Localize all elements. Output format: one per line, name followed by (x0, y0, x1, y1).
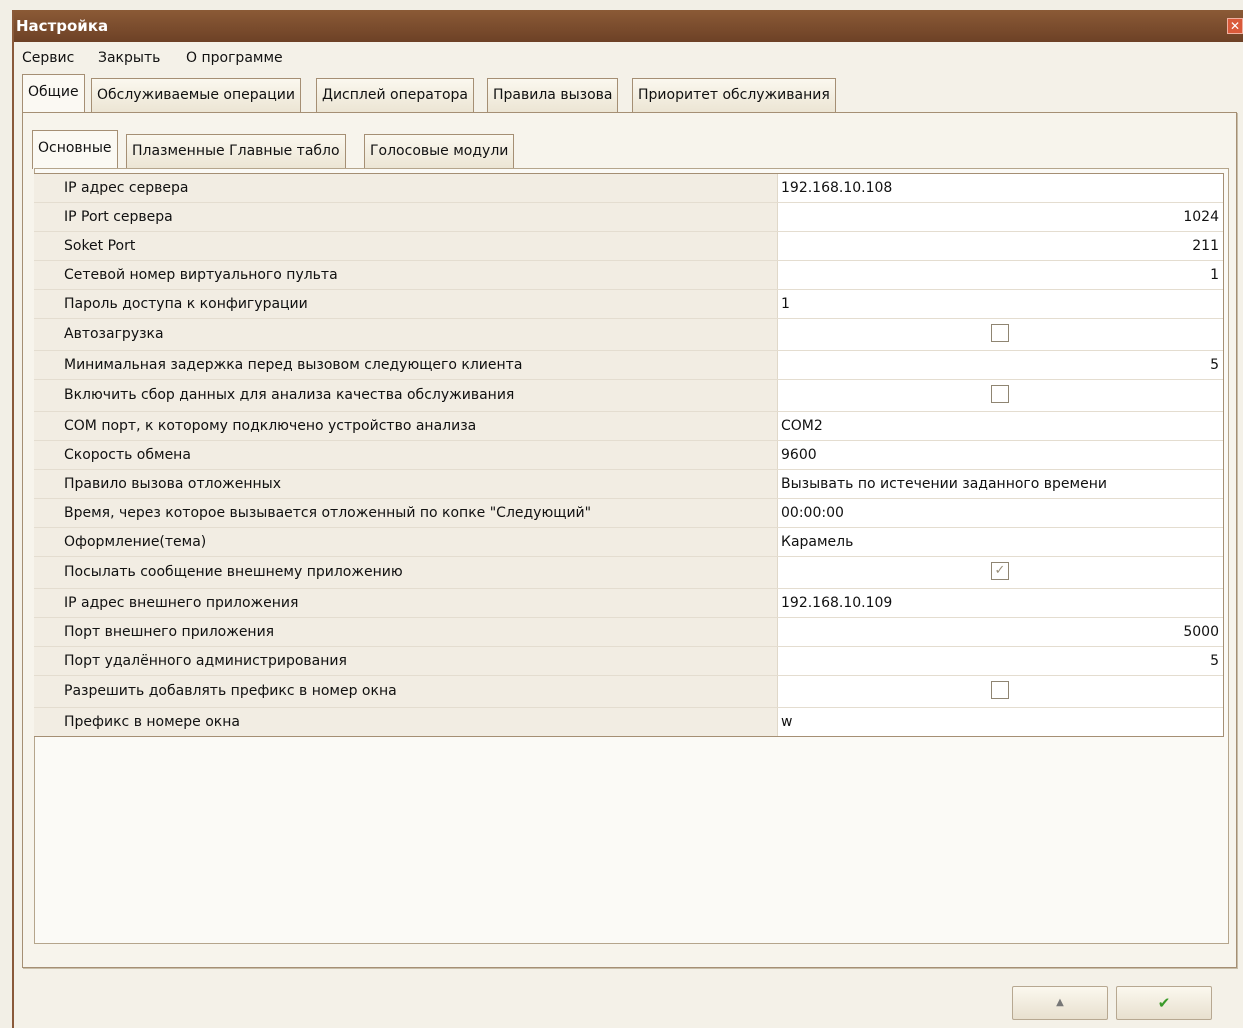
property-grid: IP адрес сервера 192.168.10.108 IP Port … (34, 173, 1224, 737)
property-name: Пароль доступа к конфигурации (34, 290, 778, 318)
property-value[interactable]: 1024 (779, 203, 1223, 231)
property-name: Сетевой номер виртуального пульта (34, 261, 778, 289)
property-name: Разрешить добавлять префикс в номер окна (34, 676, 778, 707)
property-value[interactable]: 211 (779, 232, 1223, 260)
property-row[interactable]: Оформление(тема) Карамель (34, 528, 1223, 557)
tab-operator-display[interactable]: Дисплей оператора (316, 78, 474, 112)
property-value (779, 676, 1223, 707)
property-row[interactable]: IP Port сервера 1024 (34, 203, 1223, 232)
property-name: Минимальная задержка перед вызовом следу… (34, 351, 778, 379)
menu-about[interactable]: О программе (186, 50, 283, 66)
property-row[interactable]: Скорость обмена 9600 (34, 441, 1223, 470)
property-name: Автозагрузка (34, 319, 778, 350)
subtab-plasma-boards[interactable]: Плазменные Главные табло (126, 134, 346, 168)
send-message-checkbox[interactable]: ✓ (991, 562, 1009, 580)
property-row[interactable]: Порт удалённого администрирования 5 (34, 647, 1223, 676)
property-value[interactable]: COM2 (779, 412, 1223, 440)
property-row[interactable]: Минимальная задержка перед вызовом следу… (34, 351, 1223, 380)
property-value[interactable]: 192.168.10.109 (779, 589, 1223, 617)
property-value[interactable]: 1 (779, 261, 1223, 289)
property-row[interactable]: IP адрес сервера 192.168.10.108 (34, 174, 1223, 203)
settings-window: Настройка ✕ Сервис Закрыть О программе О… (12, 10, 1243, 1028)
property-value: ✓ (779, 557, 1223, 588)
property-name: Soket Port (34, 232, 778, 260)
property-value[interactable]: 5 (779, 351, 1223, 379)
subtab-voice-modules[interactable]: Голосовые модули (364, 134, 515, 168)
property-name: Оформление(тема) (34, 528, 778, 556)
property-name: Скорость обмена (34, 441, 778, 469)
property-value[interactable]: Вызывать по истечении заданного времени (779, 470, 1223, 498)
property-value[interactable]: 1 (779, 290, 1223, 318)
property-value[interactable]: 00:00:00 (779, 499, 1223, 527)
tab-served-operations[interactable]: Обслуживаемые операции (91, 78, 301, 112)
arrow-up-icon: ▲ (1056, 997, 1064, 1008)
property-row[interactable]: Пароль доступа к конфигурации 1 (34, 290, 1223, 319)
title-bar: Настройка ✕ (14, 10, 1243, 42)
close-icon[interactable]: ✕ (1227, 18, 1243, 34)
arrow-up-button[interactable]: ▲ (1012, 986, 1108, 1020)
property-name: Время, через которое вызывается отложенн… (34, 499, 778, 527)
property-value[interactable]: 192.168.10.108 (779, 174, 1223, 202)
property-value (779, 319, 1223, 350)
autoload-checkbox[interactable] (991, 324, 1009, 342)
ok-button[interactable]: ✔ (1116, 986, 1212, 1020)
property-row[interactable]: Префикс в номере окна w (34, 708, 1223, 736)
menu-close[interactable]: Закрыть (98, 50, 160, 66)
property-name: IP Port сервера (34, 203, 778, 231)
property-name: Префикс в номере окна (34, 708, 778, 736)
property-value[interactable]: w (779, 708, 1223, 736)
property-name: Включить сбор данных для анализа качеств… (34, 380, 778, 411)
property-row[interactable]: IP адрес внешнего приложения 192.168.10.… (34, 589, 1223, 618)
property-row[interactable]: Разрешить добавлять префикс в номер окна (34, 676, 1223, 708)
property-name: Правило вызова отложенных (34, 470, 778, 498)
property-row[interactable]: Посылать сообщение внешнему приложению ✓ (34, 557, 1223, 589)
menu-bar: Сервис Закрыть О программе (14, 42, 1243, 72)
checkmark-icon: ✔ (1157, 994, 1171, 1012)
property-value[interactable]: 9600 (779, 441, 1223, 469)
property-value[interactable]: 5 (779, 647, 1223, 675)
property-row[interactable]: Время, через которое вызывается отложенн… (34, 499, 1223, 528)
quality-analysis-checkbox[interactable] (991, 385, 1009, 403)
property-row[interactable]: Автозагрузка (34, 319, 1223, 351)
window-title: Настройка (16, 17, 109, 35)
property-name: Порт удалённого администрирования (34, 647, 778, 675)
property-name: Порт внешнего приложения (34, 618, 778, 646)
tab-call-rules[interactable]: Правила вызова (487, 78, 619, 112)
property-name: COM порт, к которому подключено устройст… (34, 412, 778, 440)
property-row[interactable]: COM порт, к которому подключено устройст… (34, 412, 1223, 441)
property-row[interactable]: Soket Port 211 (34, 232, 1223, 261)
property-name: Посылать сообщение внешнему приложению (34, 557, 778, 588)
property-row[interactable]: Включить сбор данных для анализа качеств… (34, 380, 1223, 412)
property-value[interactable]: Карамель (779, 528, 1223, 556)
menu-service[interactable]: Сервис (22, 50, 74, 66)
property-row[interactable]: Правило вызова отложенных Вызывать по ис… (34, 470, 1223, 499)
property-row[interactable]: Порт внешнего приложения 5000 (34, 618, 1223, 647)
property-value (779, 380, 1223, 411)
property-row[interactable]: Сетевой номер виртуального пульта 1 (34, 261, 1223, 290)
property-name: IP адрес внешнего приложения (34, 589, 778, 617)
property-name: IP адрес сервера (34, 174, 778, 202)
prefix-checkbox[interactable] (991, 681, 1009, 699)
tab-service-priority[interactable]: Приоритет обслуживания (632, 78, 836, 112)
property-value[interactable]: 5000 (779, 618, 1223, 646)
subtab-basic[interactable]: Основные (32, 130, 118, 169)
tab-general[interactable]: Общие (22, 74, 85, 113)
